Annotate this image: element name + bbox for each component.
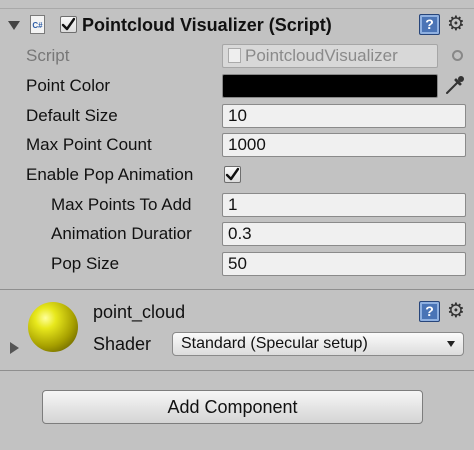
shader-label: Shader: [93, 334, 152, 354]
shader-value: Standard (Specular setup): [181, 335, 368, 352]
animation-duration-field[interactable]: 0.3: [222, 222, 466, 246]
enable-pop-animation-checkbox[interactable]: [224, 166, 241, 183]
component-enabled-checkbox[interactable]: [60, 16, 77, 33]
enable-pop-animation-label: Enable Pop Animation: [26, 165, 194, 184]
object-picker-icon[interactable]: [452, 50, 463, 61]
material-name: point_cloud: [93, 302, 186, 322]
checkmark-icon: [61, 17, 76, 31]
add-component-button[interactable]: Add Component: [42, 390, 423, 424]
max-points-to-add-label: Max Points To Add: [51, 195, 192, 214]
point-color-label: Point Color: [26, 76, 111, 95]
shader-dropdown[interactable]: Standard (Specular setup): [172, 332, 464, 356]
material-help-icon[interactable]: ?: [419, 301, 440, 322]
section-divider: [0, 289, 474, 290]
max-point-count-label: Max Point Count: [26, 135, 152, 154]
cs-script-icon: C#: [30, 15, 45, 34]
gear-icon[interactable]: ⚙: [447, 14, 465, 34]
foldout-arrow-icon[interactable]: [8, 21, 20, 30]
script-label: Script: [26, 46, 70, 65]
help-icon[interactable]: ?: [419, 14, 440, 35]
material-gear-icon[interactable]: ⚙: [447, 301, 465, 321]
max-points-to-add-field[interactable]: 1: [222, 193, 466, 217]
chevron-down-icon: [447, 341, 455, 347]
checkmark-icon: [225, 167, 240, 181]
material-preview-sphere: [28, 302, 78, 352]
material-foldout-icon[interactable]: [10, 342, 19, 354]
max-point-count-field[interactable]: 1000: [222, 133, 466, 157]
component-title: Pointcloud Visualizer (Script): [82, 15, 332, 35]
script-field[interactable]: PointcloudVisualizer: [222, 44, 438, 68]
top-strip: [0, 0, 474, 9]
default-size-field[interactable]: 10: [222, 104, 466, 128]
bottom-divider: [0, 370, 474, 371]
pop-size-label: Pop Size: [51, 254, 120, 273]
point-color-swatch[interactable]: [222, 74, 438, 98]
animation-duration-label: Animation Duratior: [51, 224, 192, 243]
pop-size-field[interactable]: 50: [222, 252, 466, 276]
script-value: PointcloudVisualizer: [245, 46, 398, 65]
eyedropper-icon[interactable]: [444, 74, 466, 96]
default-size-label: Default Size: [26, 106, 118, 125]
script-object-icon: [228, 48, 241, 63]
